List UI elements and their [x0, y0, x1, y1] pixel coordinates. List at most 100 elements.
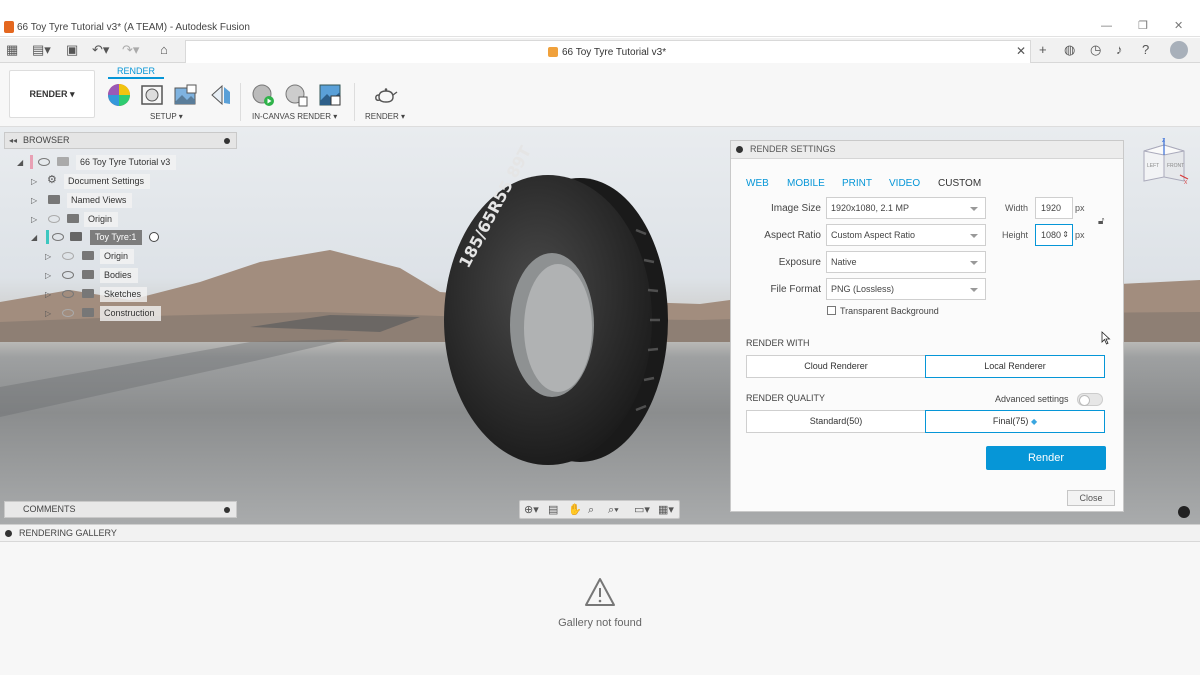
redo-icon[interactable]: ↷▾	[122, 42, 139, 58]
transparent-background-label: Transparent Background	[840, 306, 939, 316]
width-input[interactable]: 1920	[1035, 197, 1073, 219]
aspect-ratio-select[interactable]: Custom Aspect Ratio	[826, 224, 986, 246]
expand-triangle-icon[interactable]: ▷	[31, 195, 37, 207]
close-icon[interactable]: ✕	[1174, 20, 1183, 32]
home-icon[interactable]: ⌂	[160, 42, 168, 58]
rendering-gallery-header[interactable]: RENDERING GALLERY	[0, 524, 1200, 542]
capture-image-icon[interactable]	[318, 83, 342, 107]
view-cube[interactable]: LEFT FRONT Z X	[1140, 137, 1190, 185]
add-comment-icon[interactable]	[224, 507, 230, 513]
display-settings-icon[interactable]: ▭▾	[634, 503, 650, 517]
toy-tyre-model[interactable]	[440, 170, 675, 470]
workspace-switcher[interactable]: RENDER ▾	[9, 70, 95, 118]
app-grid-icon[interactable]: ▦	[6, 42, 18, 58]
browser-header[interactable]: ◂◂ BROWSER	[4, 132, 237, 149]
visibility-eye-icon[interactable]	[52, 233, 64, 241]
save-icon[interactable]: ▣	[66, 42, 78, 58]
preset-print[interactable]: PRINT	[842, 178, 872, 189]
image-size-select[interactable]: 1920x1080, 2.1 MP	[826, 197, 986, 219]
cloud-renderer-button[interactable]: Cloud Renderer	[746, 355, 926, 378]
expand-triangle-icon[interactable]: ▷	[45, 308, 51, 320]
visibility-eye-icon[interactable]	[62, 271, 74, 279]
view-cube-left[interactable]: LEFT	[1147, 163, 1159, 169]
tab-render[interactable]: RENDER	[108, 66, 164, 79]
notifications-icon[interactable]: ♪	[1116, 42, 1123, 58]
height-input[interactable]: 1080 ⇕	[1035, 224, 1073, 246]
job-status-icon[interactable]: ◷	[1090, 42, 1101, 58]
expand-triangle-icon[interactable]: ▷	[45, 289, 51, 301]
collapse-icon[interactable]	[736, 146, 743, 153]
tree-item-construction[interactable]: Construction	[100, 306, 161, 321]
preset-video[interactable]: VIDEO	[889, 178, 920, 189]
quality-final-button[interactable]: Final(75) ◆	[925, 410, 1105, 433]
tree-item-bodies[interactable]: Bodies	[100, 268, 138, 283]
file-menu-icon[interactable]: ▤▾	[32, 42, 51, 58]
pan-icon[interactable]: ✋	[568, 503, 582, 517]
undo-icon[interactable]: ↶▾	[92, 42, 109, 58]
collapse-icon[interactable]	[5, 530, 12, 537]
setup-group-label[interactable]: SETUP ▾	[150, 112, 183, 121]
grid-settings-icon[interactable]: ▦▾	[658, 503, 674, 517]
render-settings-header[interactable]: RENDER SETTINGS	[731, 141, 1123, 159]
transparent-background-checkbox[interactable]	[827, 306, 836, 315]
tab-close-icon[interactable]: ✕	[1016, 44, 1026, 58]
comments-panel[interactable]: COMMENTS	[4, 501, 237, 518]
activate-radio-icon[interactable]	[149, 232, 159, 242]
in-canvas-render-icon[interactable]	[251, 83, 275, 107]
render-button[interactable]: Render	[986, 446, 1106, 470]
in-canvas-group-label[interactable]: IN-CANVAS RENDER ▾	[252, 112, 337, 121]
tree-item-origin-sub[interactable]: Origin	[100, 249, 135, 264]
quality-standard-button[interactable]: Standard(50)	[746, 410, 926, 433]
visibility-eye-icon[interactable]	[62, 290, 74, 298]
maximize-icon[interactable]: ❐	[1138, 20, 1148, 32]
document-tab-label: 66 Toy Tyre Tutorial v3*	[562, 47, 667, 58]
close-button[interactable]: Close	[1067, 490, 1115, 506]
render-teapot-icon[interactable]	[374, 83, 398, 107]
pin-icon[interactable]	[224, 138, 230, 144]
tree-item-named-views[interactable]: Named Views	[67, 193, 133, 208]
tree-item-sketches[interactable]: Sketches	[100, 287, 148, 302]
new-tab-icon[interactable]: +	[1039, 42, 1047, 58]
visibility-eye-icon[interactable]	[38, 158, 50, 166]
scene-settings-icon[interactable]	[140, 83, 164, 107]
expand-triangle-icon[interactable]: ▷	[31, 214, 37, 226]
tree-item-root[interactable]: 66 Toy Tyre Tutorial v3	[76, 155, 177, 170]
feedback-icon[interactable]	[1178, 506, 1190, 518]
appearance-icon[interactable]	[107, 83, 131, 107]
visibility-hidden-icon[interactable]	[62, 309, 74, 317]
orbit-icon[interactable]: ⊕▾	[524, 503, 539, 517]
tree-item-document-settings[interactable]: Document Settings	[64, 174, 151, 189]
preset-custom[interactable]: CUSTOM	[938, 178, 981, 189]
visibility-hidden-icon[interactable]	[62, 252, 74, 260]
environment-library-icon[interactable]	[173, 83, 197, 107]
file-format-select[interactable]: PNG (Lossless)	[826, 278, 986, 300]
minimize-icon[interactable]: —	[1101, 20, 1112, 32]
exposure-select[interactable]: Native	[826, 251, 986, 273]
collapse-panel-icon[interactable]: ◂◂	[9, 133, 17, 148]
help-icon[interactable]: ?	[1142, 42, 1149, 58]
expand-triangle-icon[interactable]: ◢	[31, 232, 37, 244]
view-cube-front[interactable]: FRONT	[1167, 163, 1184, 169]
visibility-hidden-icon[interactable]	[48, 215, 60, 223]
advanced-settings-toggle[interactable]	[1077, 393, 1103, 406]
local-renderer-button[interactable]: Local Renderer	[925, 355, 1105, 378]
zoom-icon[interactable]: ⌕	[588, 503, 594, 517]
render-group-label[interactable]: RENDER ▾	[365, 112, 405, 121]
avatar[interactable]	[1170, 41, 1188, 59]
expand-triangle-icon[interactable]: ◢	[17, 157, 23, 169]
in-canvas-settings-icon[interactable]	[284, 83, 308, 107]
texture-map-icon[interactable]	[208, 83, 232, 107]
expand-triangle-icon[interactable]: ▷	[45, 270, 51, 282]
fit-icon[interactable]: ⌕▾	[608, 503, 619, 517]
expand-triangle-icon[interactable]: ▷	[45, 251, 51, 263]
tree-item-origin[interactable]: Origin	[84, 212, 119, 227]
extensions-icon[interactable]: ◍	[1064, 42, 1075, 58]
preset-mobile[interactable]: MOBILE	[787, 178, 825, 189]
tree-item-toy-tyre[interactable]: Toy Tyre:1	[90, 230, 143, 245]
preset-web[interactable]: WEB	[746, 178, 769, 189]
lock-aspect-icon[interactable]: 🔓︎	[1098, 216, 1104, 227]
stepper-icon[interactable]: ⇕	[1062, 225, 1069, 245]
look-at-icon[interactable]: ▤	[548, 503, 558, 517]
document-tab[interactable]: 66 Toy Tyre Tutorial v3* ✕	[185, 40, 1031, 63]
expand-triangle-icon[interactable]: ▷	[31, 176, 37, 188]
